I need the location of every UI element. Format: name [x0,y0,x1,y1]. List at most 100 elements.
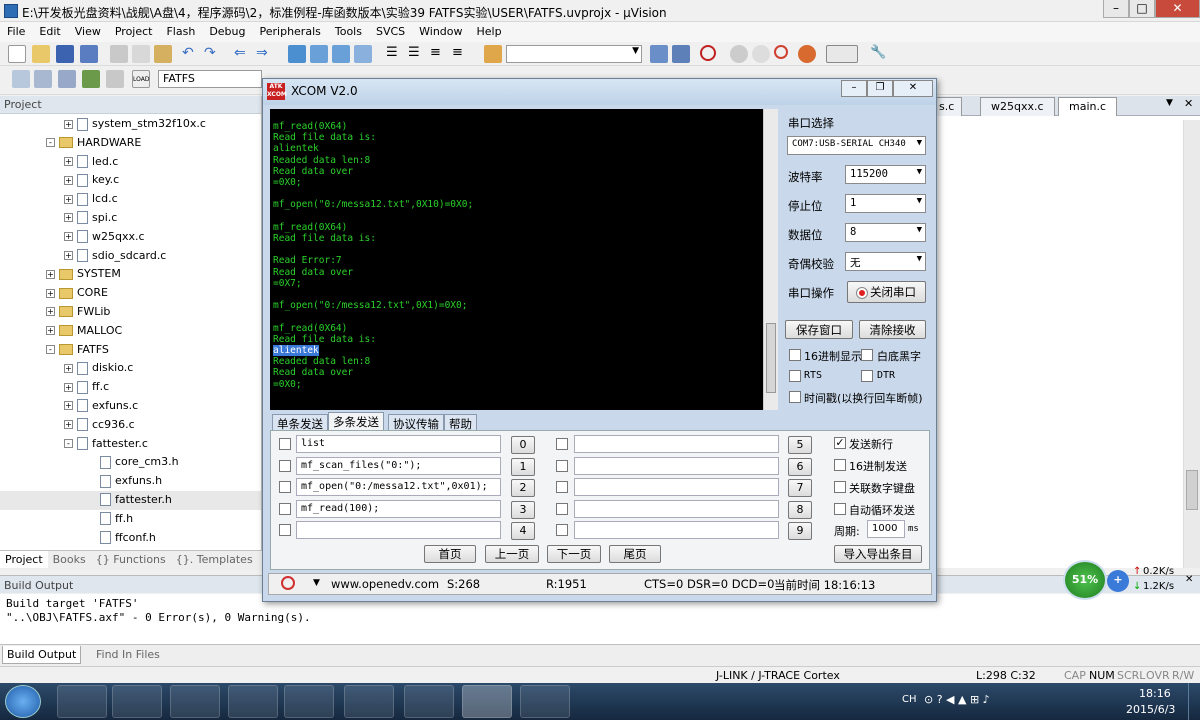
build-icon[interactable] [34,70,52,88]
send-row-input[interactable] [574,435,779,453]
send-row-input[interactable]: mf_scan_files("0:"); [296,456,501,475]
net-usage-gauge[interactable]: 51% [1063,560,1107,600]
send-row-button[interactable]: 3 [511,500,535,519]
xcom-close-button[interactable]: ✕ [893,80,933,97]
taskbar-app-xcom-icon[interactable] [462,685,512,718]
expand-icon[interactable]: + [64,232,73,242]
tree-file[interactable]: exfuns.h [0,472,261,491]
send-row-input[interactable]: list [296,435,501,453]
tree-file[interactable]: - fattester.c [0,435,261,454]
rebuild-icon[interactable] [58,70,76,88]
send-row-checkbox[interactable] [279,438,291,450]
menu-edit[interactable]: Edit [32,22,67,41]
hex-display-checkbox[interactable] [789,349,801,361]
save-all-icon[interactable] [80,45,98,63]
menu-window[interactable]: Window [412,22,469,41]
send-row-button[interactable]: 9 [788,522,812,541]
project-tab[interactable]: {} Functions [91,551,171,568]
save-window-button[interactable]: 保存窗口 [785,320,853,339]
paste-icon[interactable] [154,45,172,63]
nav-forward-icon[interactable]: ⇒ [256,45,274,63]
taskbar-app-recorder-icon[interactable] [404,685,454,718]
cut-icon[interactable] [110,45,128,63]
send-row-checkbox[interactable] [556,502,568,515]
send-row-checkbox[interactable] [279,481,291,494]
import-export-button[interactable]: 导入导出条目 [834,545,922,563]
collapse-icon[interactable]: - [46,345,55,355]
target-select[interactable]: FATFS [158,70,262,88]
debug-start-icon[interactable] [700,45,716,61]
send-row-button[interactable]: 6 [788,457,812,476]
tree-file[interactable]: fattester.h [0,490,261,510]
stop-build-icon[interactable] [106,70,124,88]
editor-scroll-thumb[interactable] [1186,470,1198,510]
send-row-checkbox[interactable] [556,438,568,450]
editor-tab[interactable]: main.c [1058,97,1118,116]
rts-checkbox[interactable] [789,370,801,382]
collapse-icon[interactable]: - [46,138,55,148]
maximize-button[interactable]: □ [1129,0,1155,18]
white-bg-checkbox[interactable] [861,349,873,361]
tray-date[interactable]: 2015/6/3 [1126,703,1175,716]
send-row-input[interactable] [574,521,779,540]
expand-icon[interactable]: + [46,288,55,298]
next-page-button[interactable]: 下一页 [547,545,601,563]
collapse-icon[interactable]: - [64,439,73,449]
taskbar-app-camtasia-icon[interactable] [228,685,278,718]
timestamp-checkbox[interactable] [789,391,801,403]
send-row-button[interactable]: 5 [788,436,812,454]
tab-build-output[interactable]: Build Output [2,646,82,664]
breakpoint-killall-icon[interactable] [798,45,816,63]
period-input[interactable]: 1000 [867,520,905,538]
send-newline-checkbox[interactable]: ✓ [834,437,846,449]
expand-icon[interactable]: + [46,307,55,317]
send-row-checkbox[interactable] [279,459,291,472]
minimize-button[interactable]: – [1103,0,1129,18]
show-desktop-button[interactable] [1188,683,1200,720]
bookmark-icon[interactable] [288,45,306,63]
send-row-checkbox[interactable] [556,459,568,472]
close-button[interactable]: ✕ [1155,0,1200,18]
expand-icon[interactable]: + [64,213,73,223]
tree-file[interactable]: + system_stm32f10x.c [0,115,261,134]
download-icon[interactable]: LOAD [132,70,150,88]
comment-icon[interactable]: ≡ [430,45,448,63]
tray-time[interactable]: 18:16 [1139,687,1171,700]
menu-file[interactable]: File [0,22,32,41]
menu-debug[interactable]: Debug [202,22,252,41]
bookmark-next-icon[interactable] [332,45,350,63]
expand-icon[interactable]: + [64,157,73,167]
breakpoint-disable-icon[interactable] [752,45,770,63]
project-tab[interactable]: Books [48,551,91,568]
expand-icon[interactable]: + [64,420,73,430]
send-row-checkbox[interactable] [556,524,568,537]
plus-icon[interactable]: + [1107,570,1129,592]
tab-multi-send[interactable]: 多条发送 [328,412,384,432]
incremental-find-icon[interactable] [672,45,690,63]
bookmark-prev-icon[interactable] [310,45,328,63]
tree-folder[interactable]: + MALLOC [0,322,261,341]
tree-file[interactable]: core_cm3.h [0,453,261,472]
project-tab[interactable]: Project [0,551,48,568]
databits-select[interactable]: 8 ▼ [845,223,926,242]
send-row-checkbox[interactable] [279,502,291,515]
website-link[interactable]: www.openedv.com [331,577,439,591]
tree-file[interactable]: + led.c [0,153,261,172]
expand-icon[interactable]: + [64,194,73,204]
editor-scrollbar[interactable] [1183,120,1200,568]
find-combo[interactable]: ▼ [506,45,642,63]
menu-peripherals[interactable]: Peripherals [253,22,328,41]
taskbar-app-notebook-icon[interactable] [344,685,394,718]
breakpoint-kill-icon[interactable] [774,45,788,59]
send-row-checkbox[interactable] [556,481,568,494]
widget-close-icon[interactable]: ✕ [1185,574,1193,585]
last-page-button[interactable]: 尾页 [609,545,661,563]
breakpoint-icon[interactable] [730,45,748,63]
project-tab[interactable]: {}. Templates [171,551,258,568]
send-row-input[interactable] [296,521,501,540]
hex-send-checkbox[interactable] [834,459,846,471]
prev-page-button[interactable]: 上一页 [485,545,539,563]
taskbar-app-uvision-icon[interactable] [284,685,334,718]
send-row-button[interactable]: 7 [788,479,812,498]
auto-loop-checkbox[interactable] [834,503,846,515]
